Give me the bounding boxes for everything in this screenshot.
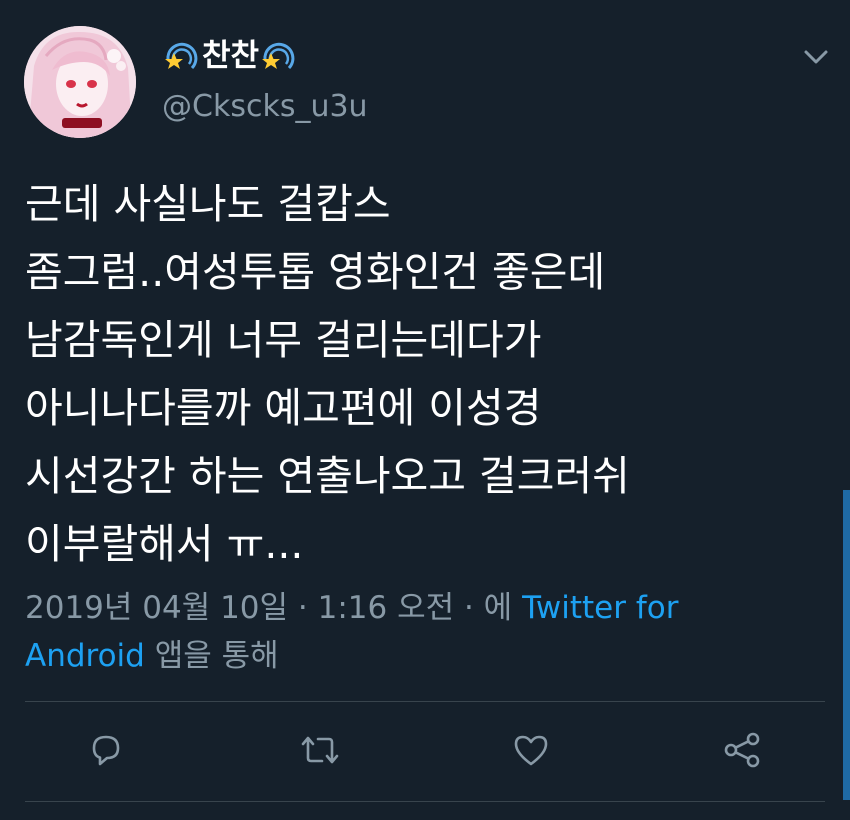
display-name[interactable]: 찬찬 (162, 38, 299, 74)
retweet-icon (298, 730, 342, 770)
like-button[interactable] (509, 728, 553, 772)
reply-button[interactable] (84, 728, 128, 772)
timestamp: 2019년 04월 10일 · 1:16 오전 · 에 (25, 590, 523, 626)
tweet-line: 근데 사실나도 걸캅스 (25, 180, 391, 228)
share-icon (720, 730, 764, 770)
tweet-meta: 2019년 04월 10일 · 1:16 오전 · 에 Twitter for … (25, 584, 825, 680)
source-suffix: 앱을 통해 (144, 638, 279, 674)
source-link[interactable]: Twitter for (522, 590, 678, 626)
dizzy-icon (259, 38, 299, 74)
reply-icon (86, 730, 126, 770)
divider (25, 701, 825, 702)
tweet-line: 시선강간 하는 연출나오고 걸크러쉬 (25, 452, 630, 500)
avatar[interactable] (24, 26, 136, 138)
user-handle[interactable]: @Ckscks_u3u (162, 92, 368, 122)
meta-line-2: Android 앱을 통해 (25, 632, 825, 680)
divider (25, 801, 825, 802)
dizzy-icon (162, 38, 202, 74)
tweet-line: 이부랄해서 ㅠ... (25, 520, 304, 568)
tweet-detail-page: 찬찬 @Ckscks_u3u 근데 사실나도 걸캅스 좀그럼..여성투톱 영화인… (0, 0, 850, 820)
retweet-button[interactable] (298, 728, 342, 772)
display-name-text: 찬찬 (202, 37, 260, 74)
tweet-line: 아니나다를까 예고편에 이성경 (25, 384, 542, 432)
source-link[interactable]: Android (25, 638, 145, 674)
tweet-line: 남감독인게 너무 걸리는데다가 (25, 316, 542, 364)
chevron-down-icon[interactable] (800, 44, 832, 70)
heart-icon (511, 730, 551, 770)
tweet-text: 근데 사실나도 걸캅스 좀그럼..여성투톱 영화인건 좋은데 남감독인게 너무 … (25, 170, 830, 578)
meta-line-1: 2019년 04월 10일 · 1:16 오전 · 에 Twitter for (25, 584, 825, 632)
scrollbar[interactable] (843, 490, 850, 800)
share-button[interactable] (720, 728, 764, 772)
tweet-line: 좀그럼..여성투톱 영화인건 좋은데 (25, 248, 606, 296)
